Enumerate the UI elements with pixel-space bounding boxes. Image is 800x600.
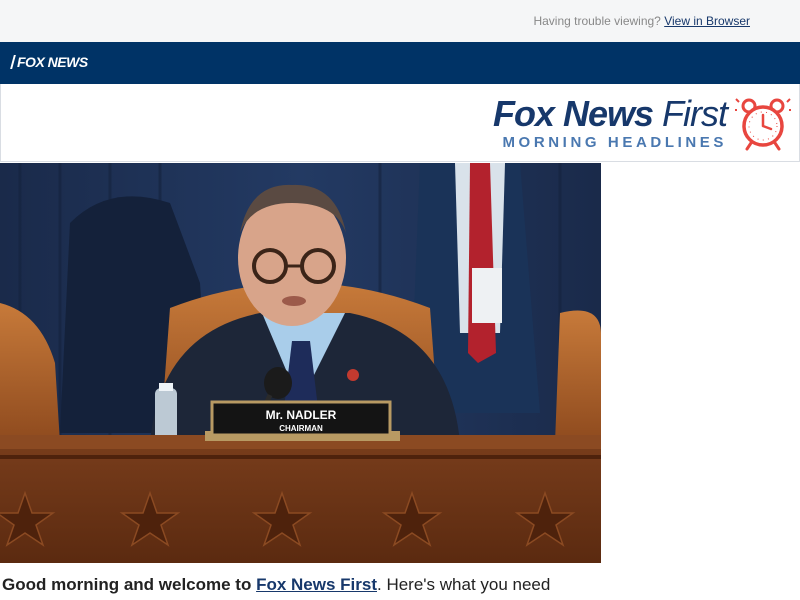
hero-photo-illustration: Mr. NADLER CHAIRMAN [0,163,601,563]
alarm-clock-icon [735,98,791,151]
logo-slash-icon [10,55,16,69]
nav-bar: FOX NEWS [0,42,800,84]
intro-lead: Good morning and welcome to [2,575,252,594]
logo-text: FOX NEWS [17,54,88,70]
hero-photo[interactable]: Mr. NADLER CHAIRMAN [0,163,601,563]
newsletter-header: Fox News First MORNING HEADLINES [0,84,800,162]
right-blank-pane [601,163,800,600]
intro-text: Good morning and welcome to Fox News Fir… [2,575,550,595]
intro-rest: . Here's what you need [377,575,551,594]
view-in-browser-link[interactable]: View in Browser [664,14,750,28]
top-bar: Having trouble viewing? View in Browser [0,0,800,42]
fox-news-first-link[interactable]: Fox News First [256,575,377,594]
brand-block: Fox News First MORNING HEADLINES [492,93,728,152]
fox-news-logo[interactable]: FOX NEWS [10,54,88,70]
brand-subtitle: MORNING HEADLINES [502,134,727,151]
brand-title: Fox News First [492,93,728,134]
nameplate-title: CHAIRMAN [279,424,323,433]
trouble-viewing-text: Having trouble viewing? View in Browser [533,14,750,28]
brand-title-bold: Fox News [492,93,654,134]
trouble-label: Having trouble viewing? [533,14,661,28]
nameplate-name: Mr. NADLER [266,408,337,422]
brand-title-light: First [662,93,728,134]
